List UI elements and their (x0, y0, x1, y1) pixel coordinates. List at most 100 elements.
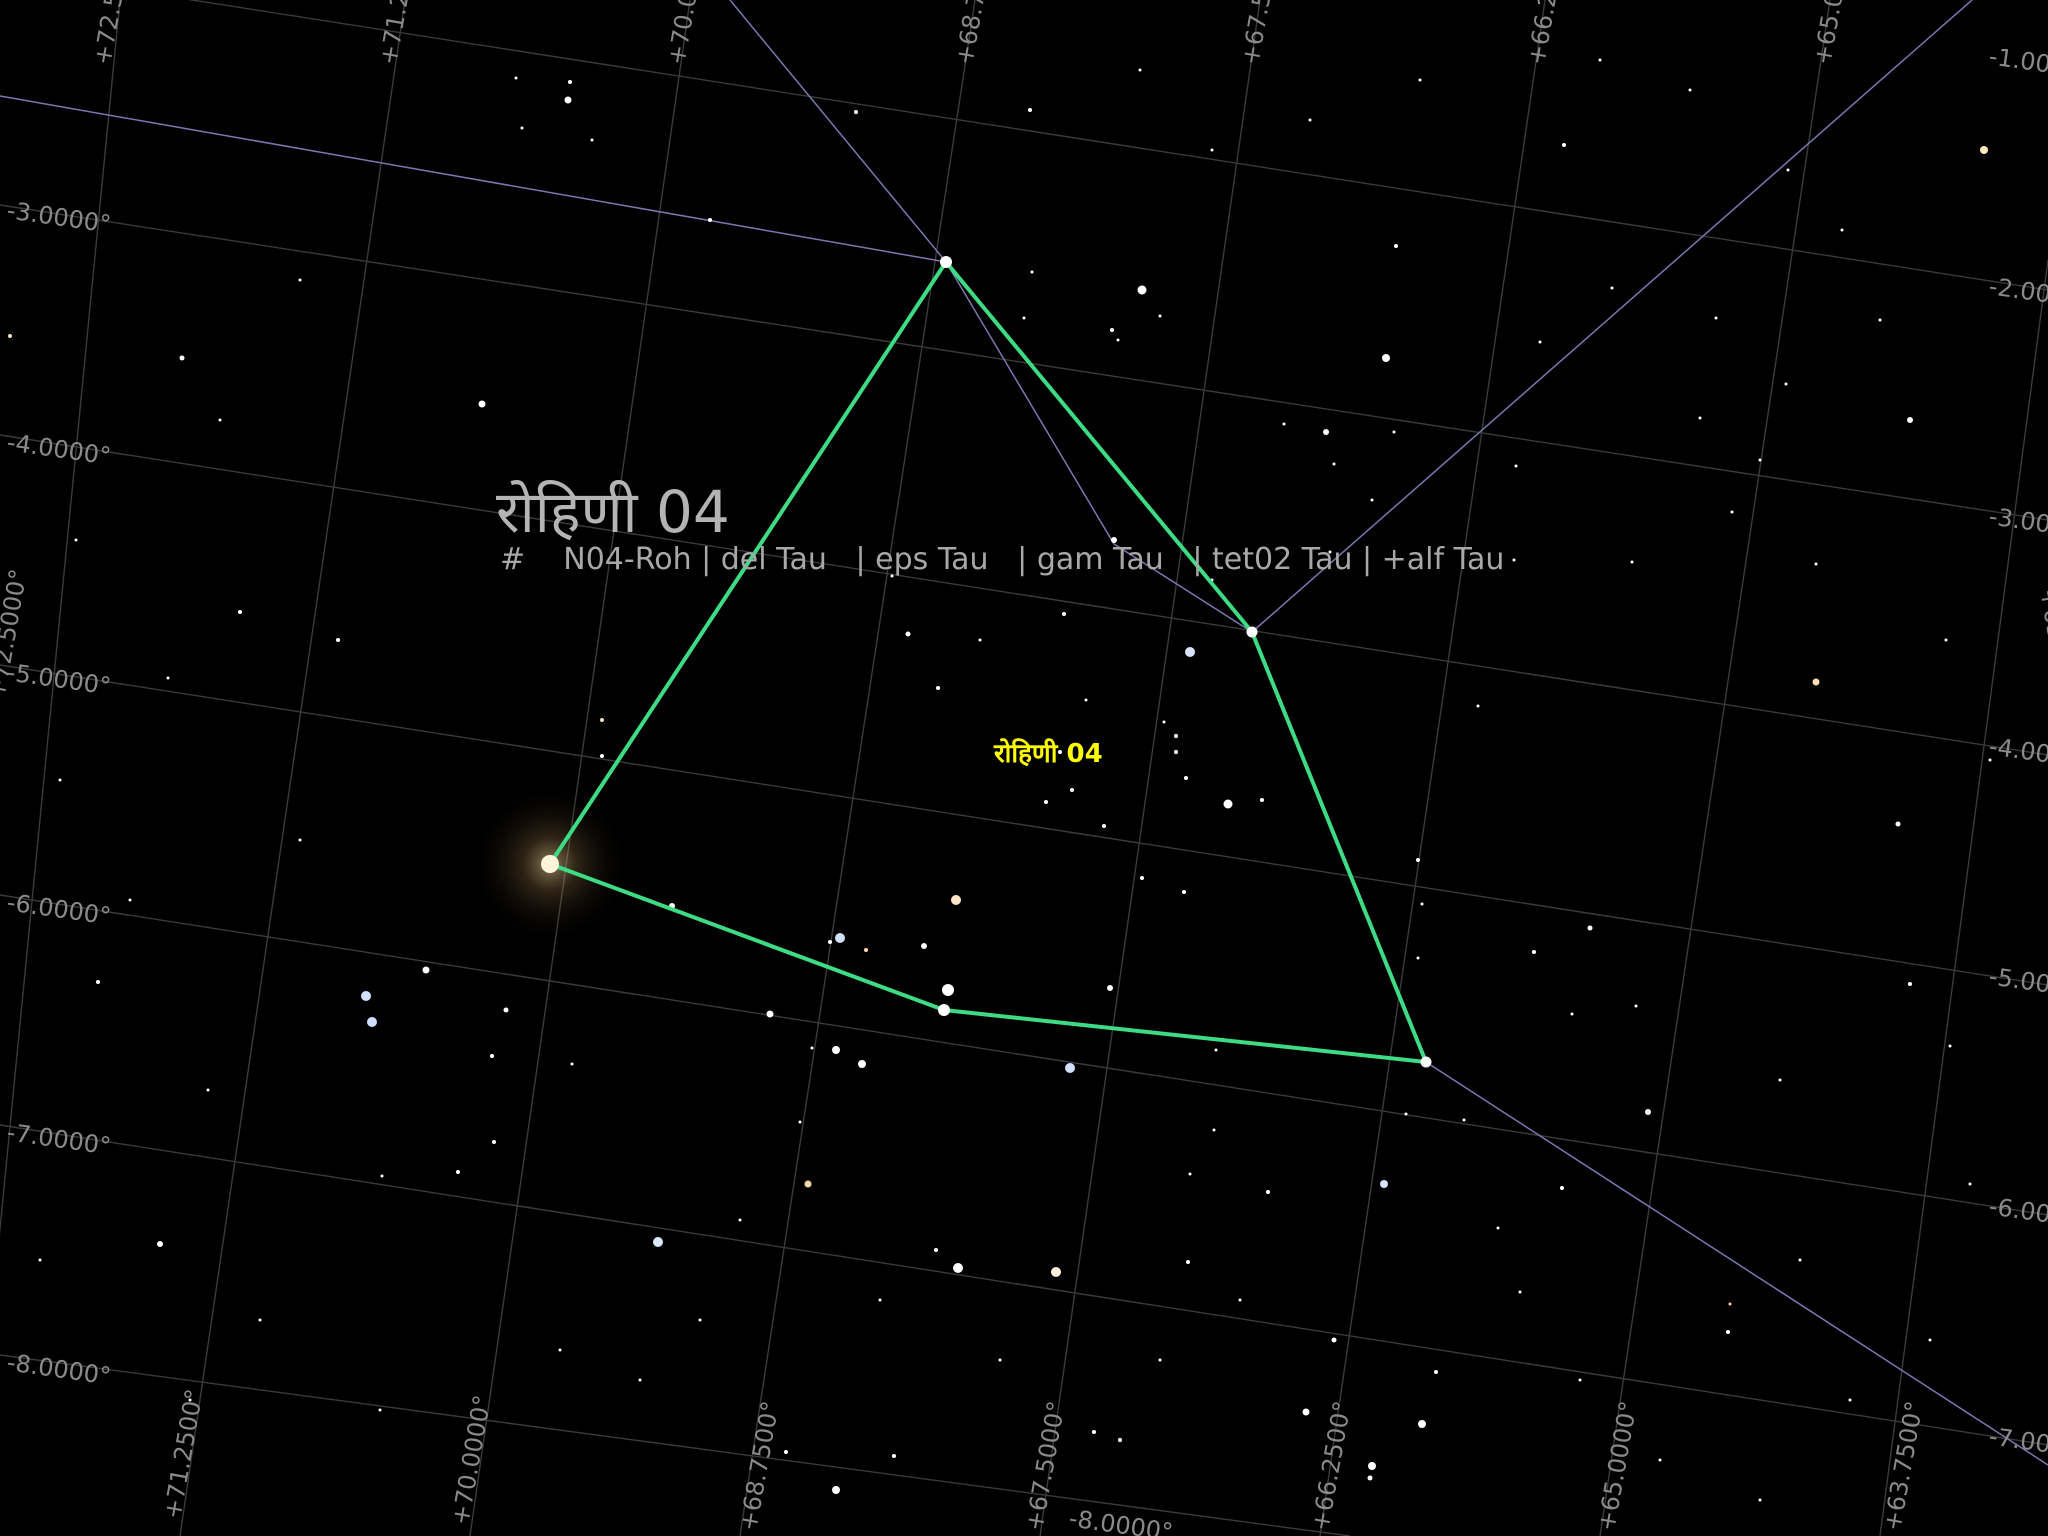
star (1182, 890, 1186, 894)
star (1418, 78, 1422, 82)
star (503, 1007, 509, 1013)
star (361, 991, 371, 1001)
star (1323, 429, 1329, 435)
star (378, 1408, 382, 1412)
star (1051, 1267, 1061, 1277)
star (1786, 168, 1790, 172)
star (804, 1180, 812, 1188)
star (1784, 382, 1788, 386)
star-eps-tau[interactable] (1420, 1056, 1432, 1068)
star (514, 76, 518, 80)
star (1610, 286, 1614, 290)
star (1084, 698, 1088, 702)
asterism-subtitle: # N04-Roh | del Tau | eps Tau | gam Tau … (500, 542, 1504, 577)
star (1778, 1078, 1782, 1082)
star (1798, 1258, 1802, 1262)
star-tet02-tau[interactable] (938, 1004, 950, 1016)
star (1968, 1182, 1972, 1186)
star (832, 1046, 840, 1054)
star (1184, 776, 1188, 780)
star (738, 1218, 742, 1222)
star (1598, 58, 1602, 62)
star (1028, 108, 1032, 112)
star (998, 1358, 1002, 1362)
star (835, 933, 845, 943)
star (1658, 1458, 1662, 1462)
star (422, 966, 430, 974)
star (1367, 1475, 1373, 1481)
star (1630, 560, 1634, 564)
star (934, 1248, 938, 1252)
star (1514, 464, 1518, 468)
star (1907, 417, 1913, 423)
star (708, 218, 712, 222)
star (1102, 824, 1106, 828)
star (1518, 1290, 1522, 1294)
star (1116, 338, 1120, 342)
star (492, 1140, 496, 1144)
star (1137, 285, 1147, 295)
star (1434, 1370, 1438, 1374)
star (1758, 1498, 1762, 1502)
star (698, 1318, 702, 1322)
star (1728, 1302, 1732, 1306)
star (157, 1241, 163, 1247)
star (96, 980, 100, 984)
star (1570, 1012, 1574, 1016)
star (74, 538, 78, 542)
star (298, 278, 302, 282)
star (568, 80, 572, 84)
star (166, 676, 170, 680)
star (1878, 318, 1882, 322)
star (238, 610, 242, 614)
star (218, 418, 222, 422)
star (258, 1318, 262, 1322)
star-gam-tau[interactable] (940, 256, 952, 268)
star (1044, 800, 1048, 804)
star (1186, 1260, 1190, 1264)
star (600, 718, 604, 722)
star (1174, 750, 1178, 754)
star (1331, 1337, 1337, 1343)
star (858, 1060, 866, 1068)
star (1645, 1109, 1651, 1115)
star (1382, 354, 1390, 362)
star (1140, 876, 1144, 880)
star (832, 1486, 840, 1494)
star (1416, 956, 1420, 960)
star (810, 1046, 814, 1050)
star (1332, 462, 1336, 466)
star (1895, 821, 1901, 827)
star (1462, 1118, 1466, 1122)
star (854, 110, 858, 114)
star (953, 1263, 963, 1273)
star (8, 334, 12, 338)
star (1158, 314, 1162, 318)
star (1532, 950, 1536, 954)
star (1980, 146, 1988, 154)
star (1065, 1063, 1075, 1073)
star (1158, 1358, 1162, 1362)
asterism-center-label: रोहिणी 04 (993, 738, 1103, 769)
star (1476, 704, 1480, 708)
star (942, 984, 954, 996)
star-del-tau[interactable] (1246, 626, 1258, 638)
star-alf-tau[interactable] (541, 855, 559, 873)
star (1814, 562, 1818, 566)
star (570, 1062, 574, 1066)
star (1496, 1226, 1500, 1230)
star (558, 1348, 562, 1352)
sky-chart[interactable]: +71.2500° +70.0000° +68.7500° +67.5000° +66.… (0, 0, 2048, 1536)
star (1928, 1338, 1932, 1342)
star (38, 1258, 42, 1262)
star (878, 1298, 882, 1302)
star (1266, 1190, 1270, 1194)
star (798, 1120, 802, 1124)
star (1138, 68, 1142, 72)
star (1634, 1004, 1638, 1008)
star (1562, 143, 1566, 147)
star (1908, 982, 1912, 986)
star (1092, 1430, 1096, 1434)
star (1185, 647, 1195, 657)
star (1698, 416, 1702, 420)
